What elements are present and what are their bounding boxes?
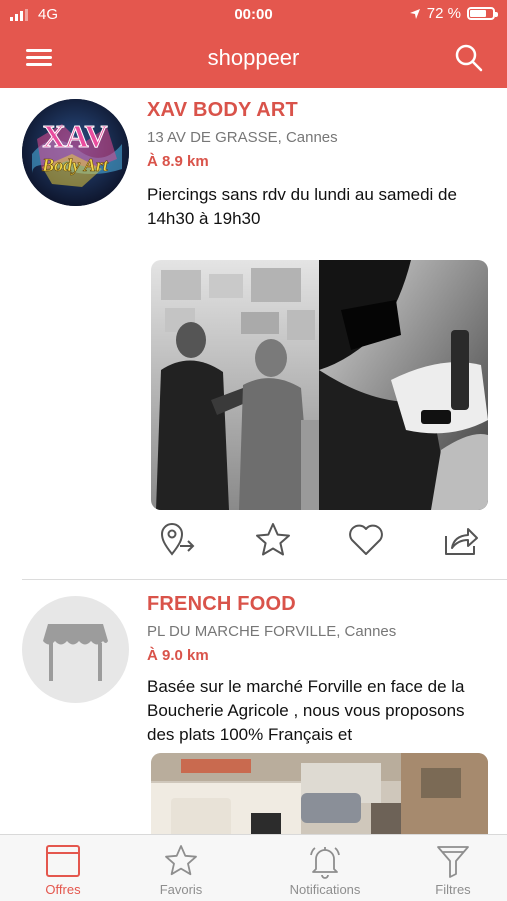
filter-icon	[437, 846, 469, 878]
logo-text-xav: XAV	[42, 118, 107, 154]
location-arrow-icon	[409, 8, 420, 19]
search-icon[interactable]	[453, 42, 485, 74]
tab-label: Offres	[45, 882, 81, 897]
favorite-star-icon[interactable]	[253, 520, 293, 560]
tab-label: Notifications	[289, 882, 361, 897]
shop-address: PL DU MARCHE FORVILLE, Cannes	[147, 623, 397, 640]
shop-logo-avatar[interactable]: XAV Body Art	[22, 99, 129, 206]
offers-icon	[46, 845, 80, 877]
shop-distance: À 9.0 km	[147, 647, 209, 664]
shop-actions	[158, 520, 478, 560]
share-icon[interactable]	[440, 520, 480, 560]
shop-address: 13 AV DE GRASSE, Cannes	[147, 129, 338, 146]
app-title: shoppeer	[207, 45, 300, 70]
shop-card: FRENCH FOOD PL DU MARCHE FORVILLE, Canne…	[0, 580, 507, 834]
shop-default-avatar[interactable]	[22, 596, 129, 703]
tab-notifications[interactable]: Notifications	[262, 835, 388, 901]
shop-distance: À 8.9 km	[147, 153, 209, 170]
app-header-bar: 4G 00:00 72 % shoppeer	[0, 0, 507, 88]
shop-feed[interactable]: XAV Body Art XAV BODY ART 13 AV DE GRASS…	[0, 88, 507, 834]
bell-icon	[310, 847, 340, 879]
logo-text-body-art: Body Art	[41, 155, 109, 175]
shop-description: Piercings sans rdv du lundi au samedi de…	[147, 185, 457, 228]
shop-card: XAV Body Art XAV BODY ART 13 AV DE GRASS…	[0, 88, 507, 580]
shop-name[interactable]: XAV BODY ART	[147, 99, 298, 122]
battery-percent: 72 %	[426, 5, 461, 22]
tab-filtres[interactable]: Filtres	[390, 835, 507, 901]
battery-icon	[467, 7, 498, 20]
status-bar: 4G 00:00 72 %	[0, 0, 507, 32]
tab-label: Filtres	[435, 882, 471, 897]
shop-photo[interactable]	[151, 260, 488, 510]
tab-label: Favoris	[159, 882, 203, 897]
heart-icon[interactable]	[346, 520, 386, 560]
navigation-header: shoppeer	[0, 32, 507, 88]
shop-name[interactable]: FRENCH FOOD	[147, 593, 296, 616]
star-icon	[165, 845, 197, 876]
shop-photo[interactable]	[151, 753, 488, 834]
tab-offres[interactable]: Offres	[0, 835, 126, 901]
storefront-icon	[43, 624, 108, 681]
shop-description: Basée sur le marché Forville en face de …	[147, 677, 465, 744]
directions-icon[interactable]	[158, 520, 198, 560]
tab-favoris[interactable]: Favoris	[118, 835, 244, 901]
bottom-tab-bar: Offres Favoris Notifications Filtres	[0, 834, 507, 901]
